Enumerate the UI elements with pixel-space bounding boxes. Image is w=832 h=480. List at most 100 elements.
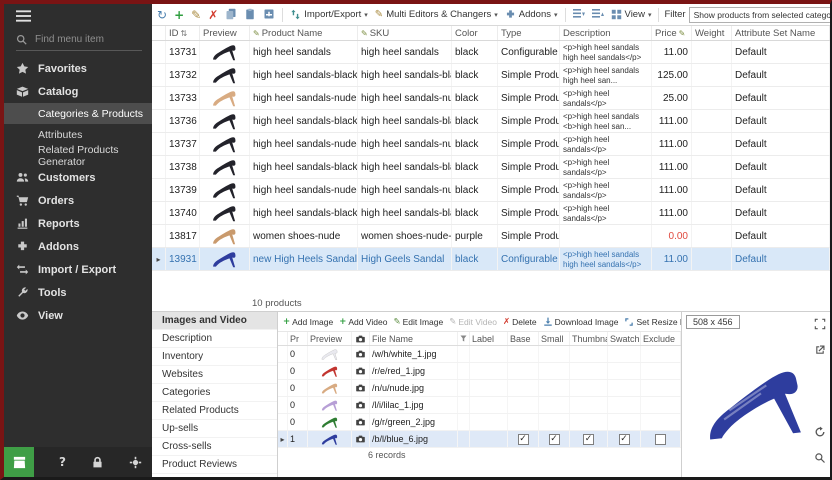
view-dropdown[interactable]: View ▾	[609, 8, 654, 21]
swatch-checkbox[interactable]: ✓	[619, 434, 630, 445]
row-expander-icon[interactable]: ▸	[156, 255, 160, 264]
download-image-button[interactable]: Download Image	[543, 317, 619, 327]
edit-video-button[interactable]: ✎Edit Video	[449, 317, 497, 327]
table-row[interactable]: 13739 high heel sandals-nude-37 high hee…	[152, 179, 830, 202]
zoom-button[interactable]	[814, 451, 826, 469]
column-label[interactable]: Label	[470, 332, 508, 345]
small-checkbox[interactable]: ✓	[549, 434, 560, 445]
sidebar-search[interactable]	[16, 30, 142, 51]
table-row[interactable]: 13736 high heel sandals-black-36 high he…	[152, 110, 830, 133]
column-id[interactable]: ID⇅	[166, 26, 200, 40]
image-row[interactable]: 0 /n/u/nude.jpg	[278, 380, 681, 397]
sidebar-item-import-export[interactable]: Import / Export	[4, 258, 152, 281]
image-row[interactable]: 0 /r/e/red_1.jpg	[278, 363, 681, 380]
sidebar-item-related-products-generator[interactable]: Related Products Generator	[4, 145, 152, 166]
import-export-dropdown[interactable]: Import/Export ▾	[288, 8, 370, 21]
tab-inventory[interactable]: Inventory	[152, 348, 277, 366]
add-image-button[interactable]: +Add Image	[283, 317, 333, 327]
table-row-selected[interactable]: ▸ 13931 new High Heels Sandals High Geel…	[152, 248, 830, 271]
lock-button[interactable]	[91, 456, 104, 469]
sidebar-item-favorites[interactable]: Favorites	[4, 57, 152, 80]
refresh-image-button[interactable]	[814, 425, 826, 443]
fullscreen-button[interactable]	[814, 317, 826, 335]
sidebar-item-tools[interactable]: Tools	[4, 281, 152, 304]
sidebar-item-view[interactable]: View	[4, 304, 152, 327]
column-weight[interactable]: Weight	[692, 26, 732, 40]
column-color[interactable]: Color	[452, 26, 498, 40]
collapse-all-button[interactable]	[590, 8, 606, 22]
column-file-name[interactable]: File Name	[370, 332, 458, 345]
tab-categories[interactable]: Categories	[152, 384, 277, 402]
tab-cross-sells[interactable]: Cross-sells	[152, 438, 277, 456]
search-input[interactable]	[33, 33, 133, 46]
sidebar-item-attributes[interactable]: Attributes	[4, 124, 152, 145]
sidebar-item-label: Orders	[38, 195, 74, 207]
column-preview[interactable]: Preview	[200, 26, 250, 40]
table-row[interactable]: 13738 high heel sandals-black-37 high he…	[152, 156, 830, 179]
sidebar-item-catalog[interactable]: Catalog	[4, 80, 152, 103]
table-row[interactable]: 13740 high heel sandals-black-38 high he…	[152, 202, 830, 225]
image-row[interactable]: 0 /l/i/lilac_1.jpg	[278, 397, 681, 414]
edit-product-button[interactable]: ✎	[189, 9, 203, 21]
column-preview[interactable]: Preview	[308, 332, 352, 345]
cell-name: high heel sandals-nude	[250, 87, 358, 109]
refresh-button[interactable]: ↻	[155, 9, 169, 21]
column-base[interactable]: Base	[508, 332, 539, 345]
table-row[interactable]: 13737 high heel sandals-nude-36 high hee…	[152, 133, 830, 156]
tab-related-products[interactable]: Related Products	[152, 402, 277, 420]
addons-dropdown[interactable]: Addons ▾	[503, 8, 560, 21]
table-row[interactable]: 13733 high heel sandals-nude high heel s…	[152, 87, 830, 110]
help-button[interactable]: ?	[59, 455, 66, 469]
category-filter-select[interactable]: Show products from selected categories ▾	[689, 7, 830, 23]
image-row-selected[interactable]: ▸ 1 /b/l/blue_6.jpg ✓ ✓ ✓ ✓	[278, 431, 681, 448]
tab-images-and-video[interactable]: Images and Video	[152, 312, 277, 330]
tab-product-reviews[interactable]: Product Reviews	[152, 456, 277, 474]
column-filter[interactable]	[458, 332, 470, 345]
column-thumbnail[interactable]: Thumbna	[570, 332, 608, 345]
sidebar-item-customers[interactable]: Customers	[4, 166, 152, 189]
sidebar-item-orders[interactable]: Orders	[4, 189, 152, 212]
image-size-field[interactable]: 508 x 456	[686, 315, 740, 329]
store-button[interactable]	[4, 447, 34, 477]
hamburger-menu-button[interactable]	[4, 4, 152, 28]
column-product-name[interactable]: ✎Product Name	[250, 26, 358, 40]
paste-button[interactable]	[242, 8, 258, 22]
add-video-button[interactable]: +Add Video	[339, 317, 387, 327]
tab-description[interactable]: Description	[152, 330, 277, 348]
thumbnail-checkbox[interactable]: ✓	[583, 434, 594, 445]
column-priority[interactable]: Pr	[288, 332, 308, 345]
column-description[interactable]: Description	[560, 26, 652, 40]
column-attribute-set[interactable]: Attribute Set Name	[732, 26, 830, 40]
column-price[interactable]: Price✎	[652, 26, 692, 40]
delete-image-button[interactable]: ✗Delete	[503, 317, 537, 327]
edit-image-button[interactable]: ✎Edit Image	[393, 317, 443, 327]
sidebar-item-categories-products[interactable]: Categories & Products	[4, 103, 152, 124]
delete-product-button[interactable]: ✗	[206, 9, 220, 21]
settings-button[interactable]	[129, 456, 142, 469]
table-row[interactable]: 13817 women shoes-nude women shoes-nude-…	[152, 225, 830, 248]
expand-all-button[interactable]	[571, 8, 587, 22]
tab-up-sells[interactable]: Up-sells	[152, 420, 277, 438]
open-external-button[interactable]	[814, 343, 826, 361]
base-checkbox[interactable]: ✓	[518, 434, 529, 445]
duplicate-button[interactable]	[261, 8, 277, 22]
exclude-checkbox[interactable]	[655, 434, 666, 445]
column-small[interactable]: Small	[539, 332, 570, 345]
copy-button[interactable]	[223, 8, 239, 22]
add-product-button[interactable]: +	[172, 9, 186, 21]
table-row[interactable]: 13731 high heel sandals high heel sandal…	[152, 41, 830, 64]
image-row[interactable]: 0 /g/r/green_2.jpg	[278, 414, 681, 431]
column-exclude[interactable]: Exclude	[641, 332, 681, 345]
multi-editors-dropdown[interactable]: ✎ Multi Editors & Changers ▾	[373, 8, 500, 21]
table-row[interactable]: 13732 high heel sandals-black high heel …	[152, 64, 830, 87]
image-row[interactable]: 0 /w/h/white_1.jpg	[278, 346, 681, 363]
sidebar-item-reports[interactable]: Reports	[4, 212, 152, 235]
column-camera[interactable]	[352, 332, 370, 345]
sidebar-item-addons[interactable]: Addons	[4, 235, 152, 258]
column-type[interactable]: Type	[498, 26, 560, 40]
cell-weight	[692, 64, 732, 86]
column-swatch[interactable]: Swatch	[608, 332, 641, 345]
column-sku[interactable]: ✎SKU	[358, 26, 452, 40]
set-resize-rule-dropdown[interactable]: Set Resize Rule▾	[624, 317, 681, 327]
tab-websites[interactable]: Websites	[152, 366, 277, 384]
